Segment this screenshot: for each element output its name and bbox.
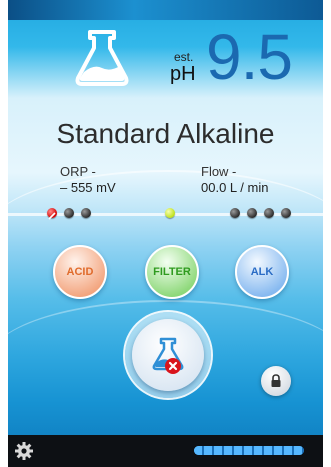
- filter-button[interactable]: FILTER: [145, 245, 199, 299]
- acid-button[interactable]: ACID: [53, 245, 107, 299]
- estimated-label: est.: [174, 50, 194, 64]
- indicator-dot-blocked: [47, 208, 57, 220]
- blocked-icon: [48, 212, 56, 220]
- progress-bar: [194, 446, 304, 455]
- mode-title: Standard Alkaline: [56, 118, 275, 149]
- ph-label: pH: [170, 63, 196, 85]
- indicator-dot: [247, 208, 257, 218]
- orp-label: ORP -: [60, 164, 96, 179]
- water-splash-header: [8, 0, 323, 20]
- indicator-dot: [81, 208, 91, 218]
- alk-button[interactable]: ALK: [235, 245, 289, 299]
- beaker-icon: [70, 28, 134, 88]
- indicator-dot: [264, 208, 274, 218]
- indicator-dot: [281, 208, 291, 218]
- flow-label: Flow -: [201, 164, 237, 179]
- orp-value: – 555 mV: [60, 180, 116, 195]
- start-stop-button[interactable]: [132, 319, 204, 391]
- beaker-stop-icon: [152, 337, 184, 374]
- gear-icon[interactable]: [14, 441, 34, 461]
- device-screen: est. pH 9.5 Standard Alkaline ORP - – 55…: [8, 0, 323, 467]
- lock-button[interactable]: [261, 366, 291, 396]
- ph-value: 9.5: [206, 21, 293, 93]
- flow-value: 00.0 L / min: [201, 180, 269, 195]
- indicator-dot: [230, 208, 240, 218]
- indicator-dot: [64, 208, 74, 218]
- lock-icon: [271, 374, 281, 387]
- indicator-dot-active: [165, 208, 175, 218]
- progress-fill: [194, 446, 304, 455]
